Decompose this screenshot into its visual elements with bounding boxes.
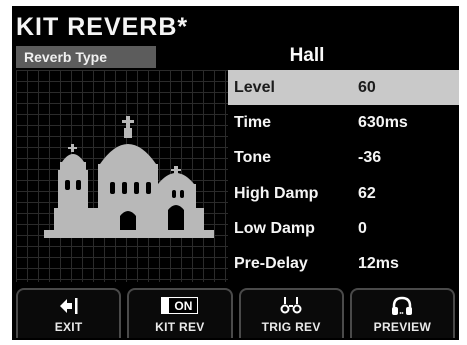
param-row-low-damp[interactable]: Low Damp 0 [228,211,459,246]
hall-illustration [16,70,228,282]
param-value: 0 [358,219,367,237]
param-name: Pre-Delay [234,255,308,273]
param-row-tone[interactable]: Tone -36 [228,141,459,176]
page-title: KIT REVERB* [16,13,189,41]
param-value: 630ms [358,113,408,131]
trig-rev-button[interactable]: TRIG REV [238,288,344,338]
param-row-high-damp[interactable]: High Damp 62 [228,176,459,211]
exit-label: EXIT [54,319,83,334]
param-row-time[interactable]: Time 630ms [228,105,459,140]
param-name: High Damp [234,184,319,202]
param-value: 62 [358,184,376,202]
param-value: -36 [358,149,382,167]
reverb-type-label: Reverb Type [16,46,156,68]
softkey-bar: EXIT ON KIT REV TRIG REV PREVIEW [12,288,459,340]
reverb-type-value[interactable]: Hall [162,44,452,68]
cathedral-icon [44,116,214,238]
param-name: Low Damp [234,219,315,237]
param-row-pre-delay[interactable]: Pre-Delay 12ms [228,246,459,281]
param-value: 60 [358,78,376,96]
param-value: 12ms [358,255,399,273]
exit-button[interactable]: EXIT [16,288,122,338]
trig-rev-label: TRIG REV [261,319,321,334]
trigger-icon [279,295,303,317]
param-name: Time [234,113,272,131]
headphones-icon [390,295,414,317]
on-toggle-icon: ON [161,295,199,317]
preview-label: PREVIEW [373,319,432,334]
parameter-list: Level 60 Time 630ms Tone -36 High Damp 6… [228,70,459,282]
param-name: Tone [234,149,272,167]
exit-arrow-icon [58,295,80,317]
kit-rev-button[interactable]: ON KIT REV [127,288,233,338]
kit-rev-label: KIT REV [155,319,205,334]
preview-button[interactable]: PREVIEW [349,288,455,338]
toggle-state-text: ON [169,298,198,313]
param-row-level[interactable]: Level 60 [228,70,459,106]
param-name: Level [234,78,275,96]
kit-reverb-screen: KIT REVERB* Reverb Type Hall Level 60 Ti… [12,6,459,340]
